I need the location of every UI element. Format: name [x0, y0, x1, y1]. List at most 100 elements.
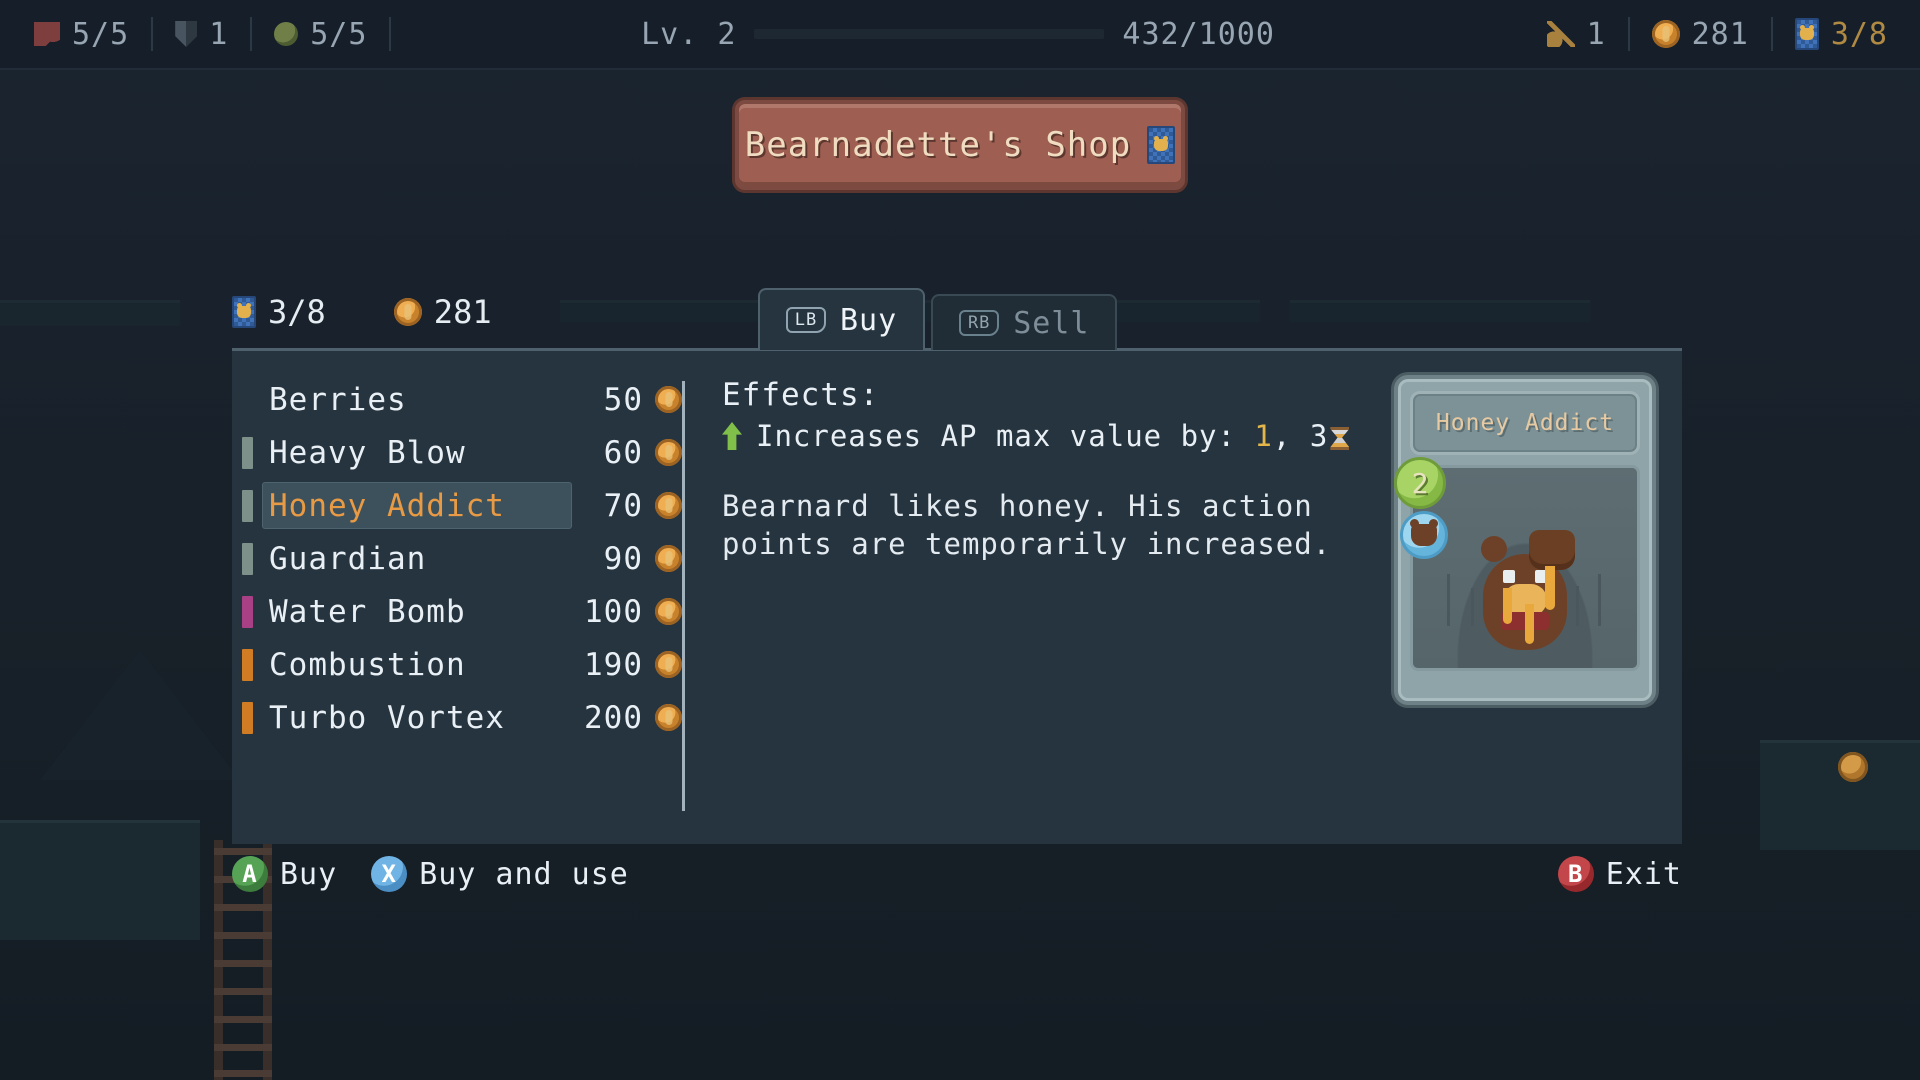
shop-tabs: LB Buy RB Sell	[758, 288, 1118, 350]
card-icon	[1147, 126, 1176, 164]
a-button-icon: A	[232, 856, 268, 892]
card-cost-badge: 2	[1394, 457, 1446, 509]
orb-icon	[274, 22, 299, 46]
health-value: 5/5	[72, 16, 130, 52]
item-rarity-chip	[242, 384, 253, 416]
card-title: Honey Addict	[1435, 410, 1615, 436]
shop-item-row[interactable]: Guardian 90	[232, 532, 682, 585]
shop-title: Bearnadette's Shop	[744, 125, 1132, 165]
armor-value: 1	[209, 16, 229, 52]
tab-buy[interactable]: LB Buy	[758, 288, 926, 350]
effect-comma: ,	[1272, 419, 1292, 453]
top-hud-bar: 5/5 1 5/5 Lv. 2 432/1000 1 281 3/8	[0, 0, 1920, 70]
coin-count-value: 281	[433, 293, 492, 331]
action-hint-bar: A Buy X Buy and use B Exit	[232, 848, 1682, 900]
card-icon	[1794, 18, 1819, 50]
coin-icon	[655, 651, 682, 678]
game-screen: 5/5 1 5/5 Lv. 2 432/1000 1 281 3/8 Bearn…	[0, 0, 1920, 1080]
lb-button-icon: LB	[786, 307, 826, 333]
item-name: Combustion	[269, 646, 466, 683]
shop-item-list[interactable]: Berries 50 Heavy Blow 60 Honey Addict 70 Guard…	[232, 351, 682, 844]
shop-item-row[interactable]: Combustion 190	[232, 638, 682, 691]
xp-value: 432/1000	[1122, 16, 1275, 52]
background-coin-pickup	[1838, 752, 1868, 782]
heart-icon	[34, 22, 60, 46]
stamina-value: 5/5	[310, 16, 368, 52]
x-button-icon: X	[371, 856, 408, 892]
item-name: Turbo Vortex	[269, 699, 505, 736]
hud-health: 5/5	[12, 12, 151, 56]
coins-value: 281	[1691, 16, 1749, 52]
effect-duration: 3	[1309, 419, 1329, 453]
hud-armor: 1	[153, 12, 250, 56]
hud-stamina: 5/5	[252, 12, 389, 56]
item-price: 90	[603, 540, 643, 577]
item-price: 100	[584, 593, 643, 630]
coin-icon	[655, 386, 682, 413]
item-rarity-chip	[242, 648, 253, 681]
action-buy[interactable]: A Buy	[232, 856, 337, 892]
coin-icon	[655, 545, 682, 572]
card-count-value: 3/8	[268, 293, 326, 331]
bear-face-icon	[1400, 511, 1448, 559]
item-rarity-chip	[242, 595, 253, 628]
coin-icon	[655, 704, 682, 731]
coin-icon	[393, 298, 422, 326]
item-name: Heavy Blow	[269, 434, 466, 471]
hud-coins: 281	[1630, 12, 1771, 56]
coin-icon	[655, 598, 682, 625]
item-price: 190	[584, 646, 643, 683]
arrow-up-icon	[722, 422, 742, 450]
item-rarity-chip	[242, 542, 253, 575]
background-mountain	[40, 650, 240, 780]
effect-text: Increases AP max value by: 1, 3	[756, 419, 1350, 453]
level-label: Lv. 2	[641, 16, 737, 52]
coin-icon	[1651, 20, 1680, 48]
background-platform	[0, 820, 200, 940]
cards-value: 3/8	[1830, 16, 1888, 52]
card-count-group: 3/8	[232, 293, 326, 331]
rb-button-icon: RB	[959, 310, 1000, 336]
bear-sprite	[1473, 530, 1577, 650]
item-rarity-chip	[242, 701, 253, 734]
item-price: 200	[584, 699, 643, 736]
card-cost-value: 2	[1411, 466, 1429, 500]
card-icon	[232, 296, 256, 328]
hourglass-icon	[1330, 427, 1350, 450]
item-name: Berries	[269, 381, 407, 418]
item-price: 50	[603, 381, 643, 418]
background-platform	[1290, 300, 1590, 322]
tab-sell[interactable]: RB Sell	[931, 294, 1118, 350]
action-exit[interactable]: B Exit	[1557, 856, 1682, 892]
item-name: Guardian	[269, 540, 427, 577]
shield-icon	[175, 21, 198, 47]
effect-prefix: Increases AP max value by:	[756, 419, 1236, 453]
shop-item-row[interactable]: Heavy Blow 60	[232, 426, 682, 479]
action-exit-label: Exit	[1605, 856, 1682, 892]
item-rarity-chip	[242, 436, 253, 469]
coin-count-group: 281	[393, 293, 492, 331]
item-name: Water Bomb	[269, 593, 466, 630]
card-title-box: Honey Addict	[1410, 391, 1640, 455]
item-description: Bearnard likes honey. His action points …	[722, 489, 1332, 562]
hud-cards: 3/8	[1773, 12, 1910, 56]
b-button-icon: B	[1557, 856, 1594, 892]
action-buy-and-use-label: Buy and use	[419, 856, 629, 892]
shop-item-row[interactable]: Honey Addict 70	[232, 479, 682, 532]
keys-value: 1	[1586, 16, 1606, 52]
background-platform	[0, 300, 180, 326]
action-buy-label: Buy	[280, 856, 338, 892]
background-platform	[1760, 740, 1920, 850]
shop-item-row[interactable]: Water Bomb 100	[232, 585, 682, 638]
item-name: Honey Addict	[269, 487, 505, 524]
coin-icon	[655, 439, 682, 466]
shop-item-row[interactable]: Berries 50	[232, 373, 682, 426]
xp-progress-bar	[754, 29, 1105, 39]
shop-title-banner: Bearnadette's Shop	[735, 100, 1185, 190]
effect-amount: 1	[1254, 419, 1273, 453]
item-rarity-chip	[242, 489, 253, 522]
key-icon	[1546, 21, 1575, 47]
action-buy-and-use[interactable]: X Buy and use	[371, 856, 629, 892]
shop-item-row[interactable]: Turbo Vortex 200	[232, 691, 682, 744]
card-preview: Honey Addict 2	[1394, 375, 1656, 705]
